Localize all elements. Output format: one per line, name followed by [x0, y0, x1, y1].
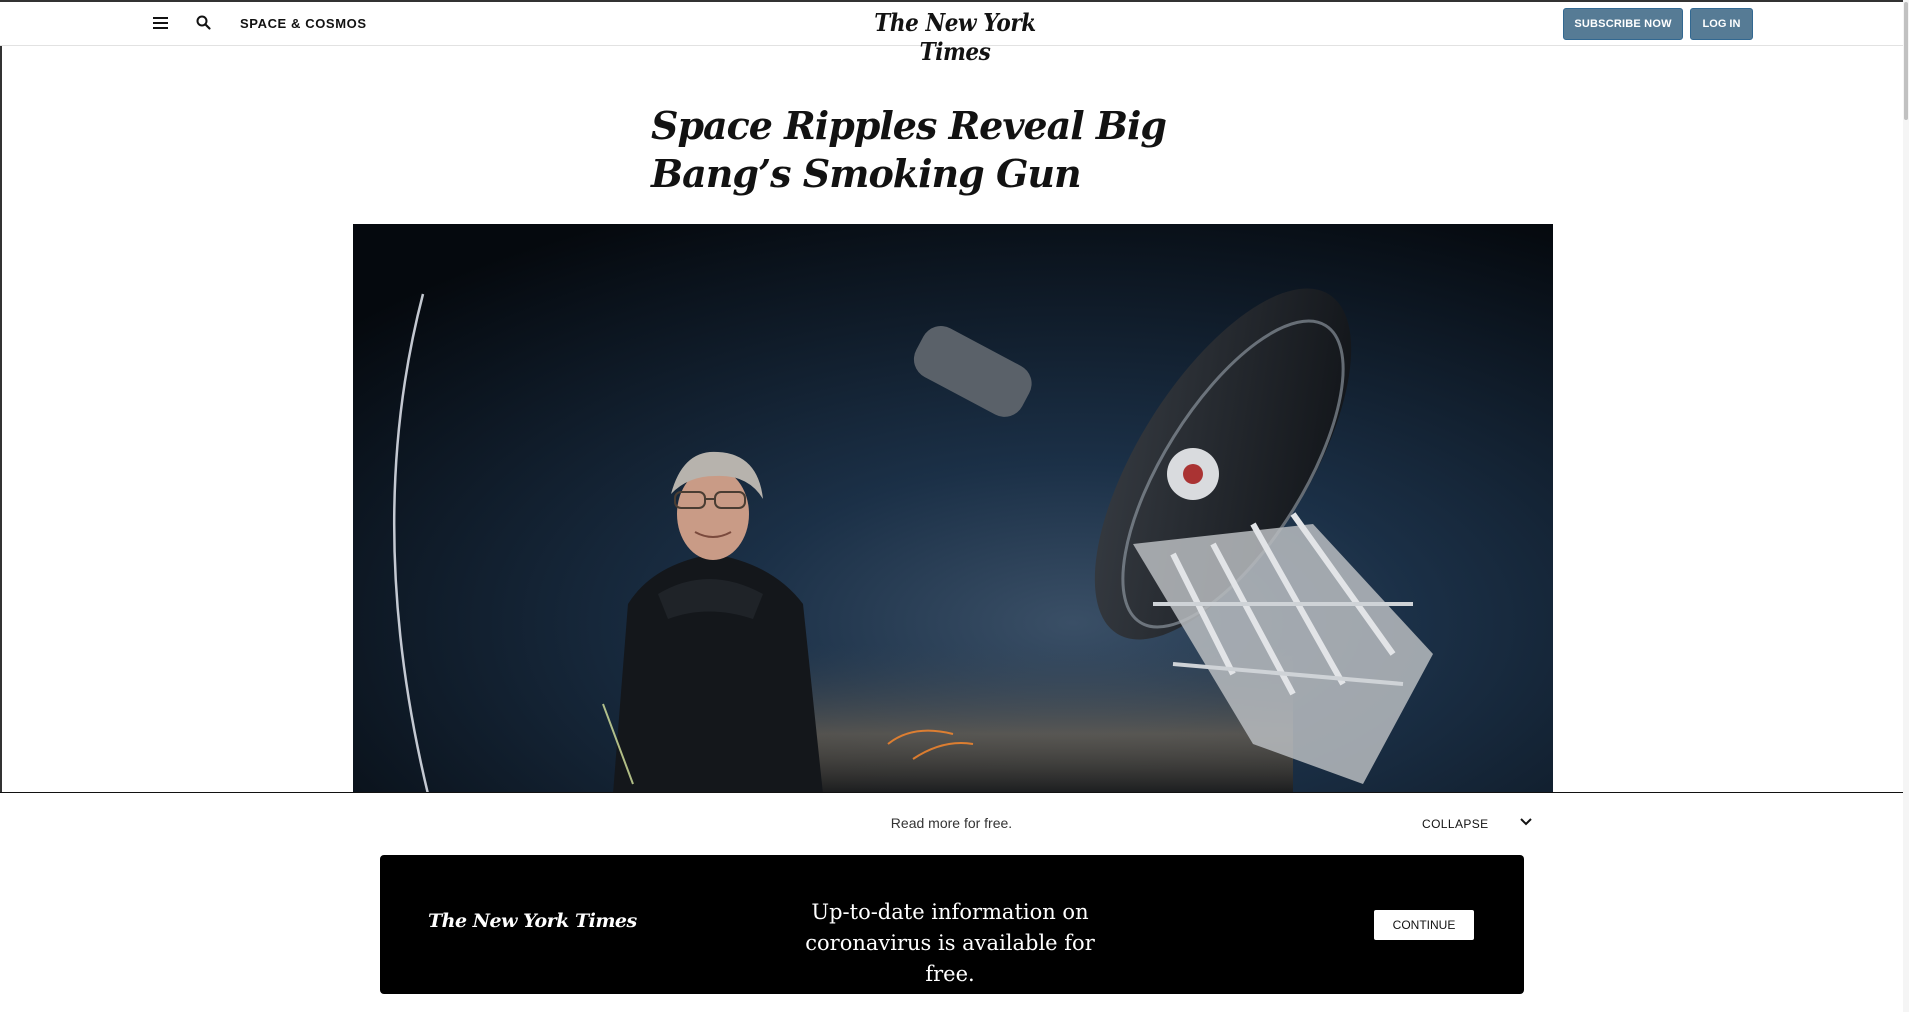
chevron-down-icon[interactable] — [1517, 813, 1535, 831]
promo-nyt-logo: The New York Times — [428, 910, 637, 932]
search-icon[interactable] — [195, 14, 213, 32]
promo-message: Up-to-date information on coronavirus is… — [805, 900, 1095, 986]
subscribe-button[interactable]: SUBSCRIBE NOW — [1563, 8, 1683, 40]
coronavirus-promo-banner: The New York Times Up-to-date informatio… — [380, 855, 1524, 994]
scrollbar-thumb[interactable] — [1904, 2, 1908, 120]
nyt-logo[interactable]: The New York Times — [847, 8, 1063, 66]
collapse-button[interactable]: COLLAPSE — [1422, 817, 1489, 831]
page: SPACE & COSMOS The New York Times SUBSCR… — [0, 0, 1909, 1012]
paywall-overlay: Read more for free. COLLAPSE The New Yor… — [0, 792, 1903, 1012]
article-headline: Space Ripples Reveal Big Bang’s Smoking … — [651, 103, 1167, 196]
hamburger-menu-icon[interactable] — [153, 17, 171, 31]
scrollbar-track[interactable] — [1903, 0, 1909, 1012]
section-link[interactable]: SPACE & COSMOS — [240, 16, 367, 31]
site-header: SPACE & COSMOS The New York Times SUBSCR… — [0, 2, 1903, 66]
login-button[interactable]: LOG IN — [1690, 8, 1753, 40]
hero-image — [353, 224, 1553, 794]
continue-button[interactable]: CONTINUE — [1374, 910, 1474, 940]
read-more-text: Read more for free. — [890, 815, 1013, 831]
